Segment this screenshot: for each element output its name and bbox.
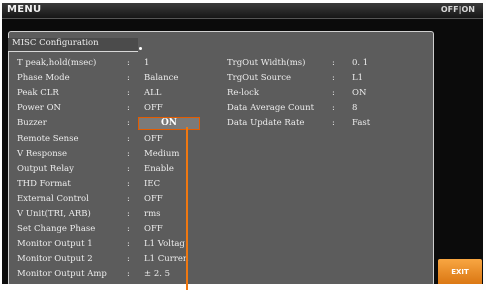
setting-right-separator: : xyxy=(332,103,335,114)
setting-value-t-peak-hold-msec[interactable]: 1 xyxy=(144,57,149,69)
setting-separator: : xyxy=(127,193,130,204)
exit-button[interactable]: EXIT xyxy=(438,259,482,284)
setting-value-phase-mode[interactable]: Balance xyxy=(144,72,178,84)
panel-marker xyxy=(139,47,142,50)
setting-label-monitor-output-amp: Monitor Output Amp xyxy=(17,269,107,280)
setting-value-monitor-output-2[interactable]: L1 Curren xyxy=(144,253,188,265)
setting-separator: : xyxy=(127,269,130,280)
setting-separator: : xyxy=(127,133,130,144)
setting-label-output-relay: Output Relay xyxy=(17,163,74,174)
setting-separator: : xyxy=(127,224,130,235)
setting-separator: : xyxy=(127,58,130,68)
setting-label-v-response: V Response xyxy=(17,148,68,159)
setting-separator: : xyxy=(127,254,130,265)
setting-label-external-control: External Control xyxy=(17,193,89,204)
setting-label-buzzer: Buzzer xyxy=(17,118,47,129)
setting-separator: : xyxy=(127,163,130,174)
setting-value-monitor-output-1[interactable]: L1 Voltag xyxy=(144,238,185,250)
setting-separator: : xyxy=(127,209,130,219)
setting-right-value-trgout-source[interactable]: L1 xyxy=(352,72,363,84)
setting-label-t-peak-hold-msec: T peak,hold(msec) xyxy=(17,58,97,68)
setting-right-separator: : xyxy=(332,88,335,99)
setting-separator: : xyxy=(127,118,130,129)
setting-separator: : xyxy=(127,178,130,189)
setting-right-label-trgout-width-ms: TrgOut Width(ms) xyxy=(227,58,306,68)
setting-right-label-data-update-rate: Data Update Rate xyxy=(227,118,305,129)
setting-right-label-data-average-count: Data Average Count xyxy=(227,103,314,114)
setting-label-peak-clr: Peak CLR xyxy=(17,88,59,99)
setting-separator: : xyxy=(127,239,130,250)
setting-value-power-on[interactable]: OFF xyxy=(144,102,163,114)
setting-value-v-unit-tri-arb[interactable]: rms xyxy=(144,208,161,220)
setting-value-external-control[interactable]: OFF xyxy=(144,193,163,205)
setting-label-monitor-output-2: Monitor Output 2 xyxy=(17,254,93,265)
setting-value-remote-sense[interactable]: OFF xyxy=(144,133,163,145)
setting-label-phase-mode: Phase Mode xyxy=(17,73,70,84)
buzzer-value-selected[interactable]: ON xyxy=(138,117,200,130)
title-bar: MENU OFF|ON xyxy=(2,3,483,19)
setting-label-remote-sense: Remote Sense xyxy=(17,133,79,144)
setting-right-separator: : xyxy=(332,73,335,84)
setting-label-power-on: Power ON xyxy=(17,103,61,114)
setting-value-thd-format[interactable]: IEC xyxy=(144,178,160,190)
setting-separator: : xyxy=(127,148,130,159)
setting-right-value-re-lock[interactable]: ON xyxy=(352,87,366,99)
panel-title: MISC Configuration xyxy=(12,38,99,48)
setting-right-value-trgout-width-ms[interactable]: 0. 1 xyxy=(352,57,368,69)
setting-right-label-trgout-source: TrgOut Source xyxy=(227,73,292,84)
setting-right-value-data-average-count[interactable]: 8 xyxy=(352,102,357,114)
setting-separator: : xyxy=(127,103,130,114)
setting-label-set-change-phase: Set Change Phase xyxy=(17,224,96,235)
setting-label-v-unit-tri-arb: V Unit(TRI, ARB) xyxy=(17,209,91,219)
setting-label-thd-format: THD Format xyxy=(17,178,71,189)
setting-right-label-re-lock: Re-lock xyxy=(227,88,260,99)
setting-separator: : xyxy=(127,88,130,99)
setting-right-value-data-update-rate[interactable]: Fast xyxy=(352,117,370,129)
setting-value-output-relay[interactable]: Enable xyxy=(144,163,174,175)
panel-header: MISC Configuration xyxy=(8,38,138,52)
setting-label-monitor-output-1: Monitor Output 1 xyxy=(17,239,93,250)
setting-right-separator: : xyxy=(332,58,335,68)
setting-value-monitor-output-amp[interactable]: ± 2. 5 xyxy=(144,268,170,280)
setting-value-set-change-phase[interactable]: OFF xyxy=(144,223,163,235)
instrument-screen: MENU OFF|ON MISC Configuration T peak,ho… xyxy=(2,3,483,284)
callout-line xyxy=(186,127,188,290)
status-indicator: OFF|ON xyxy=(440,5,475,14)
setting-value-v-response[interactable]: Medium xyxy=(144,148,179,160)
menu-title: MENU xyxy=(7,4,42,15)
setting-right-separator: : xyxy=(332,118,335,129)
setting-value-peak-clr[interactable]: ALL xyxy=(144,87,161,99)
setting-separator: : xyxy=(127,73,130,84)
